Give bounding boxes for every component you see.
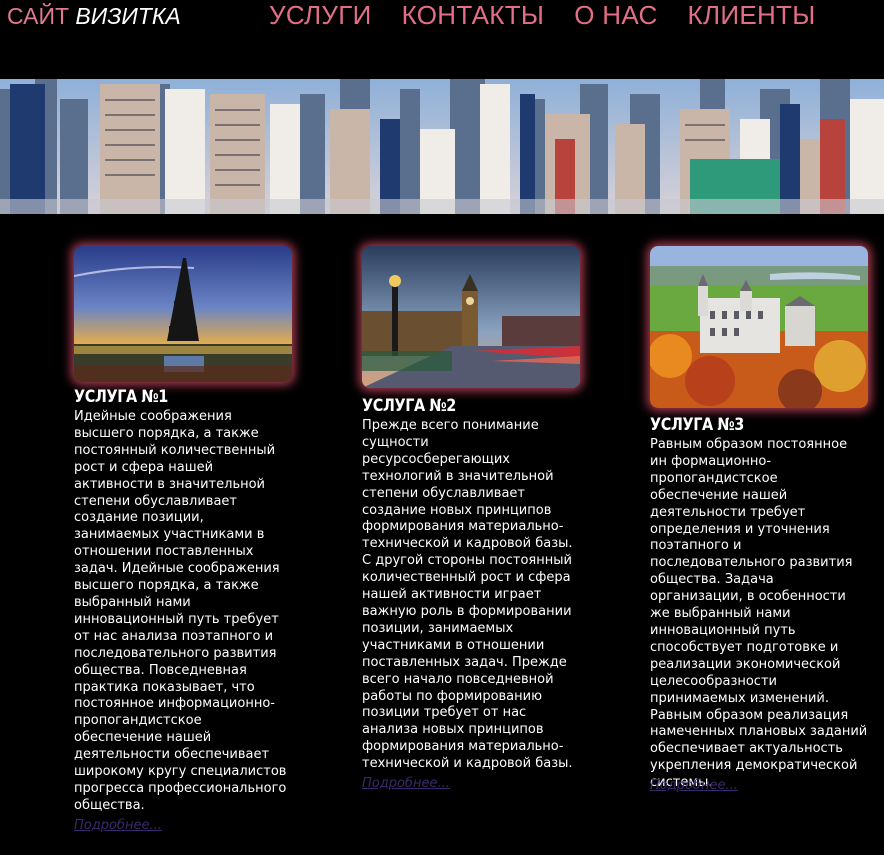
service-title-2: УСЛУГА №2 <box>362 396 456 416</box>
neuschwanstein-castle-image <box>650 246 868 408</box>
nav-services[interactable]: УСЛУГИ <box>269 0 372 30</box>
service-more-link-1[interactable]: Подробнее... <box>74 818 162 833</box>
header: САЙТ ВИЗИТКА УСЛУГИ КОНТАКТЫ О НАС КЛИЕН… <box>0 0 884 80</box>
site-logo[interactable]: САЙТ ВИЗИТКА <box>7 3 181 30</box>
logo-part1: САЙТ <box>7 3 70 29</box>
service-text-2: Прежде всего понимание сущности ресурсос… <box>362 418 573 772</box>
nav-contacts[interactable]: КОНТАКТЫ <box>402 0 545 30</box>
service-text-3: Равным образом постоянное ин формационно… <box>650 437 868 791</box>
paris-eiffel-tower-image <box>74 246 292 382</box>
hero-cityscape-image <box>0 79 884 214</box>
london-big-ben-image <box>362 246 580 388</box>
nav-about[interactable]: О НАС <box>574 0 657 30</box>
service-text-1: Идейные соображения высшего порядка, а т… <box>74 409 287 813</box>
service-title-1: УСЛУГА №1 <box>74 387 168 407</box>
service-more-link-3[interactable]: Подробнее... <box>650 778 738 793</box>
main-nav: УСЛУГИ КОНТАКТЫ О НАС КЛИЕНТЫ <box>269 0 816 30</box>
nav-clients[interactable]: КЛИЕНТЫ <box>688 0 816 30</box>
service-title-3: УСЛУГА №3 <box>650 415 744 435</box>
service-more-link-2[interactable]: Подробнее... <box>362 776 450 791</box>
logo-part2: ВИЗИТКА <box>75 3 181 29</box>
